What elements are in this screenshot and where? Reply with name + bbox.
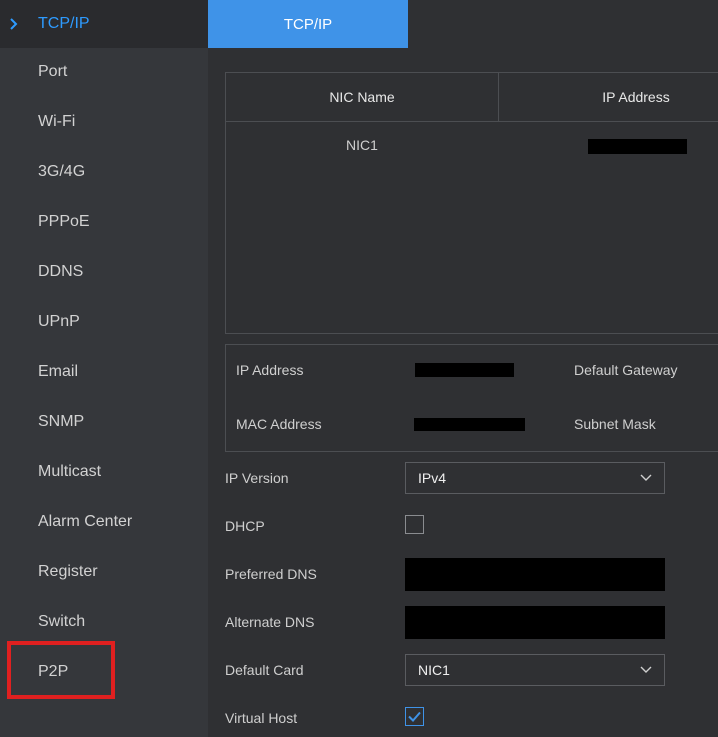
alternate-dns-label: Alternate DNS xyxy=(225,614,315,630)
tab-tcp-ip[interactable]: TCP/IP xyxy=(208,0,408,48)
virtual-host-checkbox[interactable] xyxy=(405,707,424,726)
sidebar-item-label: TCP/IP xyxy=(38,15,90,32)
sidebar-item-label: DDNS xyxy=(38,263,84,280)
default-card-label: Default Card xyxy=(225,662,304,678)
default-card-value: NIC1 xyxy=(418,662,450,678)
nic-table: NIC Name IP Address NIC1 xyxy=(225,72,718,334)
nic-name-cell: NIC1 xyxy=(346,137,378,153)
dhcp-checkbox[interactable] xyxy=(405,515,424,534)
sidebar-item-multicast[interactable]: Multicast xyxy=(0,448,208,496)
sidebar-item-label: Alarm Center xyxy=(38,513,133,530)
sidebar: TCP/IP Port Wi-Fi 3G/4G PPPoE DDNS UPnP … xyxy=(0,0,208,737)
ip-version-label: IP Version xyxy=(225,470,289,486)
sidebar-item-email[interactable]: Email xyxy=(0,348,208,396)
sidebar-item-label: PPPoE xyxy=(38,213,90,230)
column-header-nic-name: NIC Name xyxy=(226,73,499,121)
sidebar-item-label: SNMP xyxy=(38,413,85,430)
sidebar-item-ddns[interactable]: DDNS xyxy=(0,248,208,296)
sidebar-item-label: Wi-Fi xyxy=(38,113,76,130)
sidebar-item-label: UPnP xyxy=(38,313,80,330)
sidebar-item-label: Port xyxy=(38,63,68,80)
sidebar-item-wifi[interactable]: Wi-Fi xyxy=(0,98,208,146)
column-header-ip-address: IP Address xyxy=(602,89,670,105)
ip-version-value: IPv4 xyxy=(418,470,447,486)
ip-address-label: IP Address xyxy=(236,362,304,378)
alternate-dns-input[interactable] xyxy=(405,606,665,639)
sidebar-item-tcp-ip[interactable]: TCP/IP xyxy=(0,0,208,48)
nic-table-header: NIC Name IP Address xyxy=(226,73,718,122)
check-icon xyxy=(408,711,421,722)
redacted-mac-value xyxy=(414,418,525,431)
sidebar-item-snmp[interactable]: SNMP xyxy=(0,398,208,446)
sidebar-item-label: 3G/4G xyxy=(38,163,86,180)
virtual-host-label: Virtual Host xyxy=(225,710,298,726)
sidebar-item-upnp[interactable]: UPnP xyxy=(0,298,208,346)
redacted-ip-value xyxy=(415,363,514,377)
sidebar-item-label: Email xyxy=(38,363,79,380)
sidebar-item-register[interactable]: Register xyxy=(0,548,208,596)
preferred-dns-label: Preferred DNS xyxy=(225,566,317,582)
chevron-right-icon xyxy=(10,18,18,30)
main-panel: TCP/IP NIC Name IP Address NIC1 IP Addre… xyxy=(208,0,718,737)
nic-info-box: IP Address Default Gateway MAC Address S… xyxy=(225,344,718,452)
chevron-down-icon xyxy=(640,474,652,481)
preferred-dns-input[interactable] xyxy=(405,558,665,591)
p2p-highlight-box xyxy=(7,641,115,699)
default-gateway-label: Default Gateway xyxy=(574,362,678,378)
sidebar-item-port[interactable]: Port xyxy=(0,48,208,96)
subnet-mask-label: Subnet Mask xyxy=(574,416,656,432)
sidebar-item-alarm-center[interactable]: Alarm Center xyxy=(0,498,208,546)
default-card-select[interactable]: NIC1 xyxy=(405,654,665,686)
sidebar-item-3g-4g[interactable]: 3G/4G xyxy=(0,148,208,196)
ip-version-select[interactable]: IPv4 xyxy=(405,462,665,494)
chevron-down-icon xyxy=(640,666,652,673)
redacted-ip-cell xyxy=(588,139,687,154)
sidebar-item-switch[interactable]: Switch xyxy=(0,598,208,646)
sidebar-item-label: Multicast xyxy=(38,463,102,480)
sidebar-item-label: Switch xyxy=(38,613,86,630)
mac-address-label: MAC Address xyxy=(236,416,322,432)
sidebar-item-label: Register xyxy=(38,563,98,580)
sidebar-item-pppoe[interactable]: PPPoE xyxy=(0,198,208,246)
dhcp-label: DHCP xyxy=(225,518,265,534)
